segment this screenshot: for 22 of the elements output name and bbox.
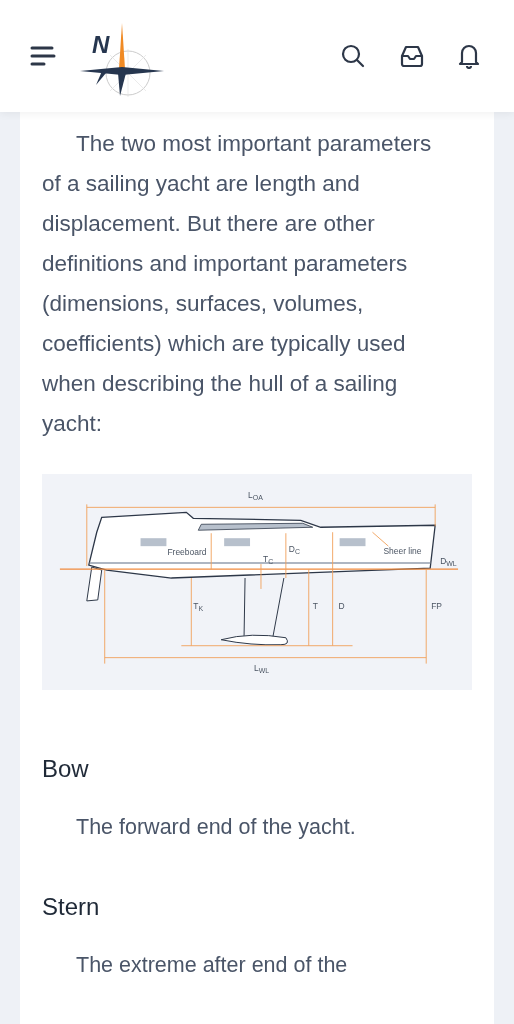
intro-paragraph: The two most important parameters of a sailing yacht are length and displacement. But there are other definitions and important parameters (dimensions, surfaces, volumes, coefficients) which are typically used when describing the hull of a sailing yacht:	[42, 130, 433, 438]
term-heading: Bow	[42, 754, 90, 784]
search-icon[interactable]	[340, 43, 366, 69]
term-definition: The forward end of the yacht.	[75, 814, 357, 841]
diagram-label: FP	[431, 600, 442, 611]
inbox-icon[interactable]	[400, 44, 424, 68]
leader-line	[372, 531, 389, 547]
diagram-label: T$_{K}$	[193, 600, 204, 612]
diagram-label: Sheer line	[383, 546, 422, 557]
diagram-label: L$_{OA}$	[248, 490, 263, 502]
diagram-label: D	[338, 600, 345, 611]
term-heading: Stern	[42, 892, 101, 922]
diagram-label: Freeboard	[167, 547, 207, 558]
diagram-label: D$_{C}$	[288, 544, 300, 556]
term-definition: The extreme after end of the	[75, 952, 349, 979]
diagram-label: L$_{WL}$	[254, 662, 270, 674]
logo-letter: N	[92, 33, 110, 57]
menu-icon[interactable]	[30, 45, 56, 67]
diagram-label: T	[312, 600, 318, 611]
diagram-label: T$_{C}$	[262, 554, 274, 566]
notification-bell-icon[interactable]	[458, 43, 480, 69]
diagram-label: D$_{WL}$	[440, 556, 457, 568]
